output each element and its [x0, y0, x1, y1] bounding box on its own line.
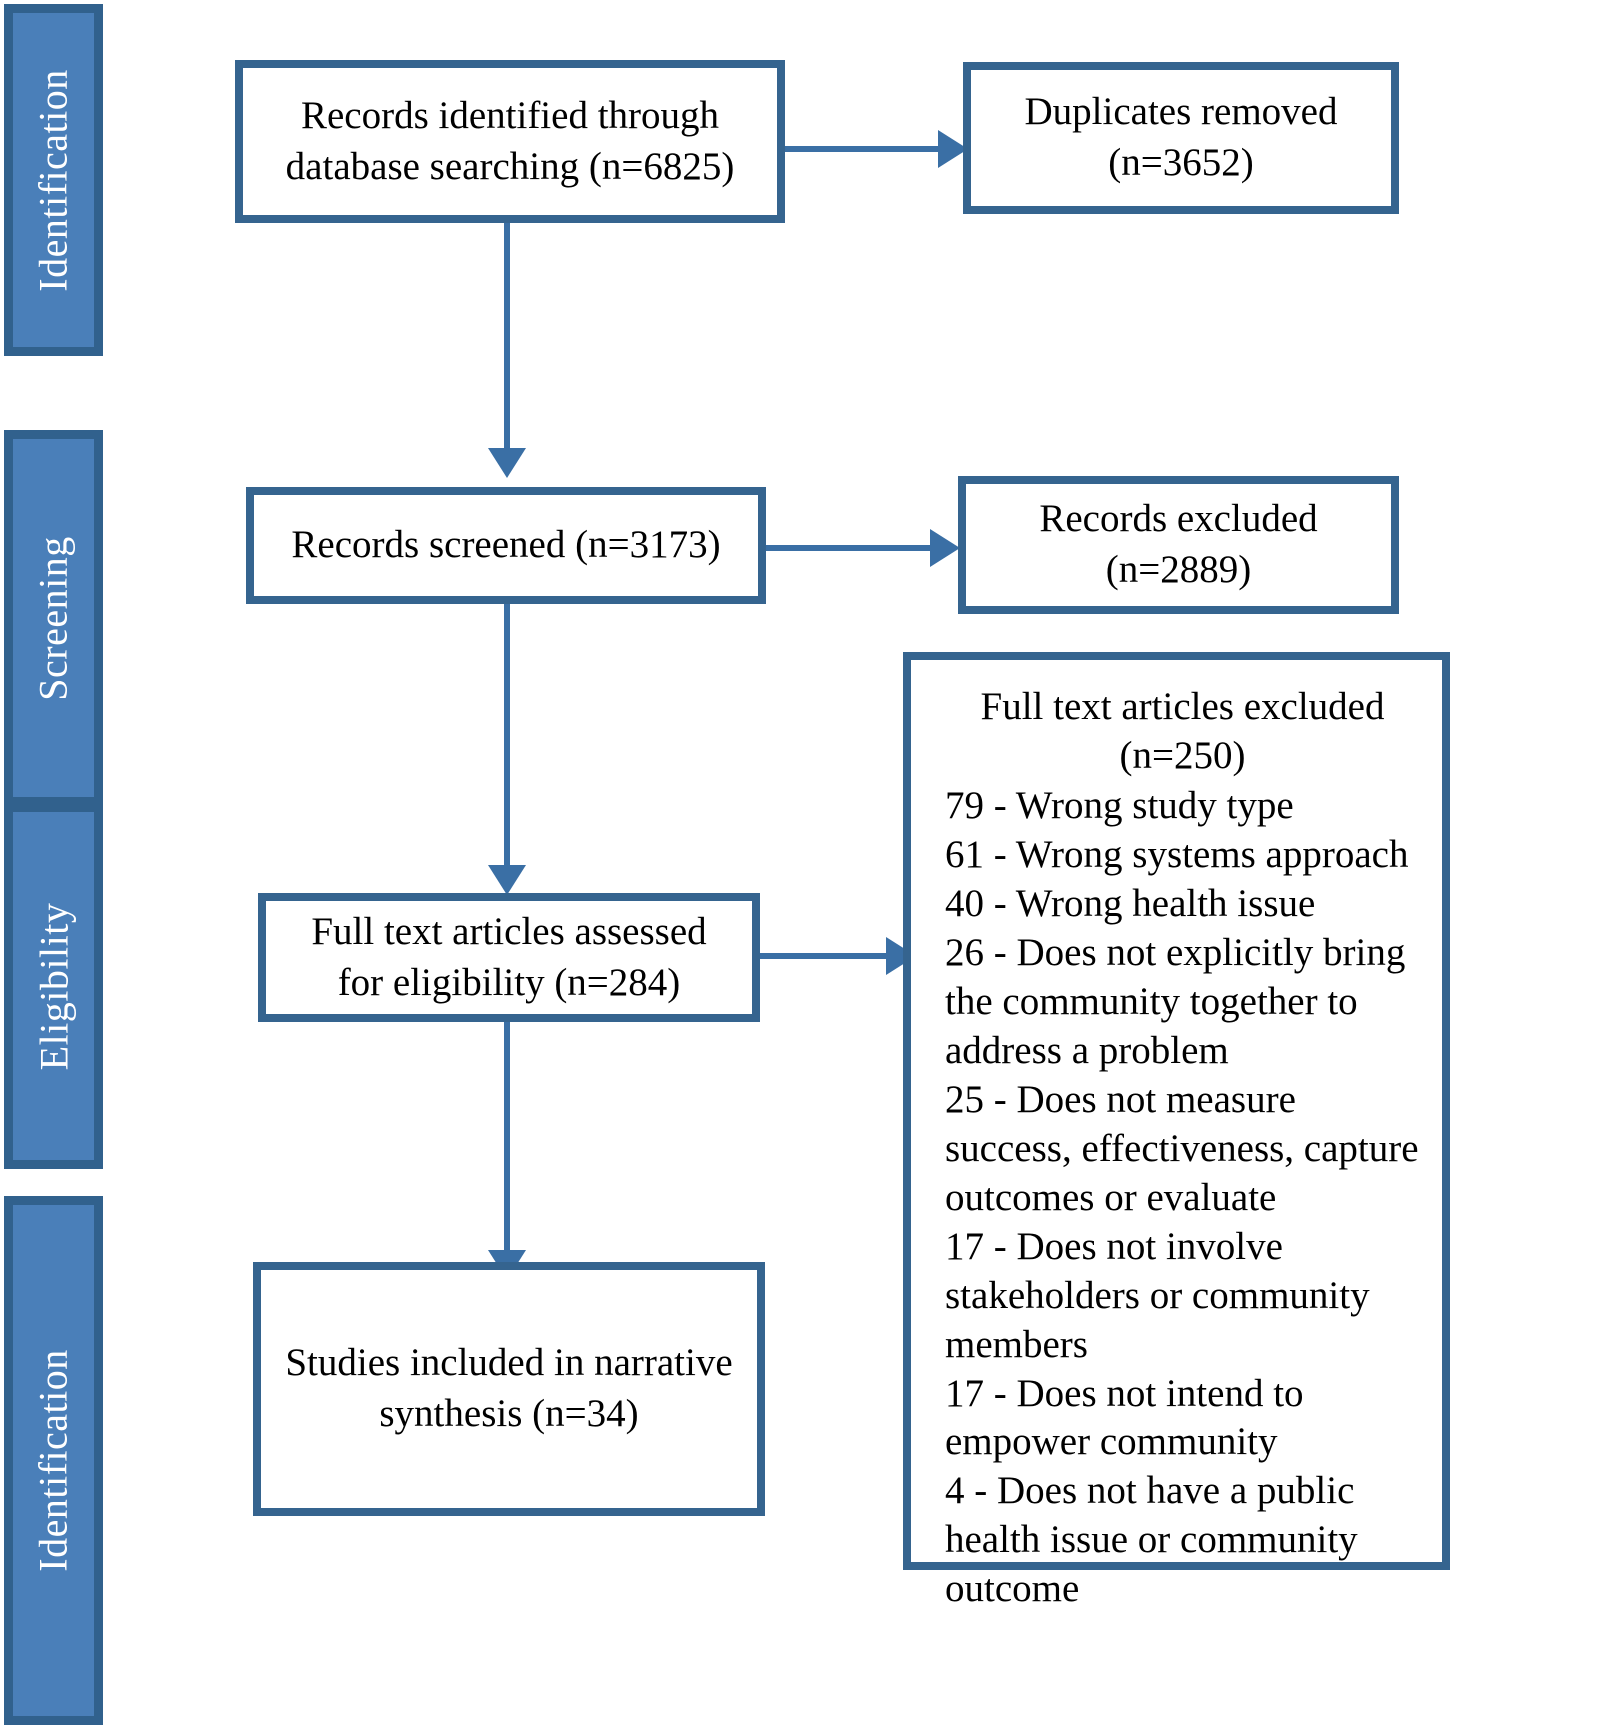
- box-duplicates-removed: Duplicates removed (n=3652): [963, 62, 1399, 214]
- fulltext-excluded-heading: Full text articles excluded (n=250): [945, 682, 1426, 780]
- stage-label: Identification: [31, 68, 76, 292]
- box-fulltext-assessed-text: Full text articles assessed for eligibil…: [297, 907, 720, 1008]
- exclusion-reason-item: 61 - Wrong systems approach: [945, 833, 1409, 877]
- fulltext-excluded-content: Full text articles excluded (n=250) 79 -…: [911, 660, 1442, 1624]
- box-line: Duplicates removed: [1024, 90, 1338, 134]
- heading-line: Full text articles excluded: [980, 685, 1385, 728]
- box-studies-included: Studies included in narrative synthesis …: [253, 1262, 765, 1516]
- box-line: Full text articles assessed: [311, 909, 707, 953]
- stage-identification-2: Identification: [4, 1196, 103, 1725]
- stage-identification-1: Identification: [4, 4, 103, 356]
- exclusion-reason-item: 79 - Wrong study type: [945, 784, 1294, 828]
- stage-label: Screening: [31, 535, 77, 701]
- arrowhead-to-screened: [488, 448, 526, 478]
- box-line: Records identified through: [300, 93, 720, 137]
- box-line: Records screened (n=3173): [291, 523, 721, 567]
- connector-fulltext-to-included: [504, 1022, 510, 1254]
- box-line: Studies included in narrative: [285, 1341, 733, 1385]
- exclusion-reason-item: 26 - Does not explicitly bring the commu…: [945, 931, 1406, 1072]
- stage-screening: Screening: [4, 430, 103, 806]
- stage-label: Eligibility: [31, 902, 77, 1070]
- exclusion-reason-list: 79 - Wrong study type 61 - Wrong systems…: [945, 782, 1426, 1614]
- heading-line: (n=250): [1119, 734, 1246, 778]
- exclusion-reason-item: 4 - Does not have a public health issue …: [945, 1469, 1358, 1611]
- box-studies-included-text: Studies included in narrative synthesis …: [271, 1338, 746, 1439]
- box-fulltext-assessed: Full text articles assessed for eligibil…: [258, 893, 760, 1022]
- exclusion-reason-item: 17 - Does not intend to empower communit…: [945, 1371, 1304, 1464]
- box-line: for eligibility (n=284): [337, 960, 681, 1004]
- box-records-identified-text: Records identified through database sear…: [272, 91, 749, 192]
- box-records-excluded: Records excluded (n=2889): [958, 476, 1399, 614]
- exclusion-reason-item: 40 - Wrong health issue: [945, 882, 1316, 926]
- box-records-identified: Records identified through database sear…: [235, 60, 785, 223]
- exclusion-reason-item: 25 - Does not measure success, effective…: [945, 1077, 1419, 1219]
- connector-screened-to-excluded: [766, 545, 942, 551]
- box-records-screened: Records screened (n=3173): [246, 487, 766, 604]
- box-line: synthesis (n=34): [379, 1392, 639, 1435]
- box-line: (n=3652): [1108, 141, 1254, 184]
- connector-identified-to-duplicates: [782, 146, 942, 152]
- connector-identified-to-screened: [504, 222, 510, 452]
- stage-label: Identification: [31, 1349, 76, 1572]
- stage-eligibility: Eligibility: [4, 803, 103, 1169]
- box-duplicates-removed-text: Duplicates removed (n=3652): [1011, 87, 1352, 188]
- connector-fulltext-to-excluded: [760, 953, 900, 959]
- box-records-screened-text: Records screened (n=3173): [277, 520, 734, 571]
- box-line: database searching (n=6825): [285, 144, 735, 188]
- box-line: (n=2889): [1105, 548, 1252, 591]
- connector-screened-to-fulltext: [504, 604, 510, 869]
- box-records-excluded-text: Records excluded (n=2889): [1025, 494, 1331, 595]
- box-fulltext-excluded: Full text articles excluded (n=250) 79 -…: [903, 652, 1450, 1610]
- arrowhead-to-records-excluded: [930, 529, 960, 567]
- arrowhead-to-fulltext-assessed: [488, 865, 526, 895]
- box-line: Records excluded: [1039, 497, 1318, 541]
- exclusion-reason-item: 17 - Does not involve stakeholders or co…: [945, 1224, 1370, 1366]
